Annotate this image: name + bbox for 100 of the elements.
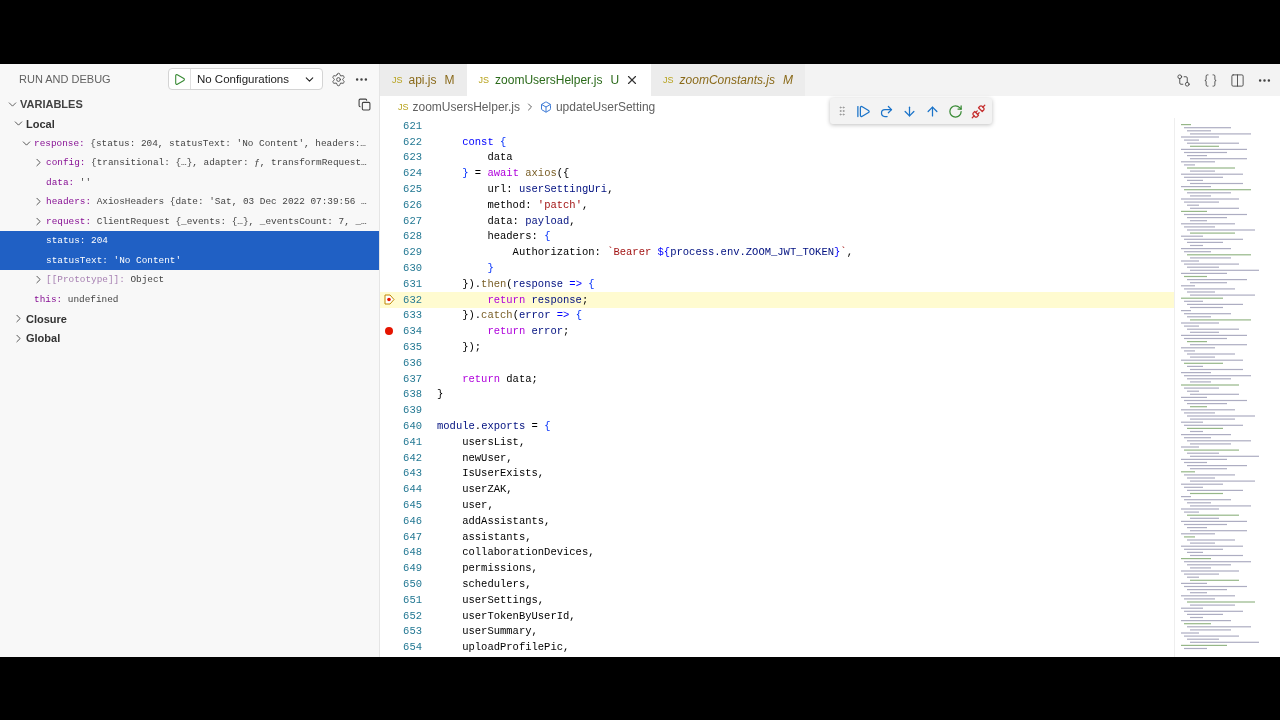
- scope-label[interactable]: Closure: [26, 312, 67, 325]
- line-number: 634: [402, 325, 422, 338]
- line-number: 629: [402, 246, 422, 259]
- line-number: 642: [402, 451, 422, 464]
- line-number: 621: [402, 119, 422, 132]
- file-type-label: JS: [478, 75, 490, 85]
- method-icon: [539, 101, 552, 113]
- line-number: 647: [402, 530, 422, 543]
- code-line: return error;: [486, 325, 570, 338]
- line-number: 641: [402, 435, 422, 448]
- variable-row[interactable]: this: undefined: [0, 289, 379, 309]
- file-type-label: JS: [663, 75, 674, 85]
- code-line: userZAK,: [461, 483, 513, 496]
- variable-row[interactable]: request: ClientRequest {_events: {…}, _eventsCount: 7, _…: [0, 211, 379, 231]
- code-line: user,: [461, 499, 494, 511]
- line-number: 632: [402, 293, 422, 306]
- line-number: 633: [402, 309, 422, 322]
- code-line: return response;: [486, 293, 589, 306]
- step-out-icon[interactable]: [925, 103, 940, 119]
- compare-icon[interactable]: [1176, 72, 1191, 88]
- line-number: 623: [402, 151, 422, 164]
- step-over-icon[interactable]: [879, 103, 894, 119]
- code-line: const {: [461, 135, 507, 148]
- variable-row[interactable]: status: 204: [0, 231, 379, 251]
- variable-row[interactable]: [[Prototype]]: Object: [0, 270, 379, 290]
- code-line: data: [486, 151, 513, 164]
- line-number: 649: [402, 562, 422, 575]
- code-line: newUser,: [461, 451, 513, 464]
- scope-label[interactable]: Global: [26, 332, 61, 345]
- code-line: userTokenByUserId,: [461, 609, 576, 622]
- code-line: Authorization: `Bearer ${process.env.ZOOM_JWT_TOKEN}`,: [511, 246, 853, 259]
- file-type-label: JS: [398, 102, 409, 112]
- line-number: 648: [402, 546, 422, 559]
- line-number: 640: [402, 420, 422, 433]
- restart-icon[interactable]: [948, 103, 963, 119]
- file-type-label: JS: [392, 75, 403, 85]
- line-number: 637: [402, 372, 422, 385]
- code-line: }).then(response => {: [461, 277, 595, 290]
- breadcrumb-item[interactable]: updateUserSetting: [555, 100, 656, 114]
- line-number: 638: [402, 388, 422, 401]
- code-line: return data;: [461, 372, 538, 385]
- editor-tab[interactable]: JS zoomUsersHelper.js U: [466, 64, 652, 96]
- line-number: 639: [402, 404, 422, 417]
- variable-row[interactable]: config: {transitional: {…}, adapter: ƒ, transformRequest…: [0, 153, 379, 173]
- line-number: 626: [402, 198, 422, 211]
- configuration-dropdown[interactable]: No Configurations: [167, 68, 323, 90]
- code-line: }).catch(error => {: [461, 309, 582, 322]
- play-icon[interactable]: [172, 72, 186, 86]
- section-title[interactable]: VARIABLES: [20, 98, 358, 110]
- line-number: 651: [402, 593, 422, 606]
- line-number: 631: [402, 277, 422, 290]
- code-line: collaborationDevices,: [461, 546, 595, 559]
- line-number: 645: [402, 499, 422, 511]
- braces-icon[interactable]: [1203, 72, 1218, 88]
- code-line: }: [437, 388, 444, 401]
- code-line: permissions,: [461, 562, 538, 575]
- variable-row[interactable]: headers: AxiosHeaders {date: 'Sat, 03 Dec 2022 07:39:56 …: [0, 192, 379, 212]
- variable-row[interactable]: data: '': [0, 172, 379, 192]
- variable-row[interactable]: response: {status: 204, statusText: 'No Content', headers:…: [0, 133, 379, 153]
- code-line: } = await axios({: [461, 167, 570, 180]
- code-line: }: [486, 262, 494, 275]
- code-line: userSettings,: [461, 593, 545, 606]
- panel-title: RUN AND DEBUG: [19, 73, 112, 85]
- continue-icon[interactable]: [856, 103, 871, 119]
- line-number: 622: [402, 135, 422, 148]
- line-number: 646: [402, 514, 422, 527]
- disconnect-icon[interactable]: [971, 103, 986, 119]
- editor-tab[interactable]: JS zoomConstants.js M: [651, 64, 805, 96]
- step-into-icon[interactable]: [902, 103, 917, 119]
- line-number: 644: [402, 483, 422, 496]
- line-number: 625: [402, 183, 422, 196]
- code-line: module.exports = {: [437, 420, 551, 433]
- code-line: addAssistants,: [461, 514, 551, 527]
- scope-label[interactable]: Local: [26, 117, 55, 130]
- code-line: headers: {: [486, 230, 551, 243]
- line-number: 624: [402, 167, 422, 180]
- line-number: 643: [402, 467, 422, 480]
- settings-icon[interactable]: [331, 71, 346, 87]
- code-line: uploadProfilePic,: [461, 641, 570, 654]
- code-line: schedulers,: [461, 578, 532, 590]
- collapse-all-icon[interactable]: [358, 97, 371, 111]
- code-line: url: userSettingUri,: [486, 183, 614, 196]
- code-line: IsUserExists,: [461, 467, 545, 480]
- drag-handle-icon[interactable]: [836, 105, 848, 117]
- line-number: 653: [402, 625, 422, 638]
- code-line: assistants,: [461, 530, 532, 543]
- line-number: 628: [402, 230, 422, 243]
- line-number: 652: [402, 609, 422, 622]
- line-number: 650: [402, 578, 422, 590]
- editor-tab[interactable]: JS api.js M: [380, 64, 467, 96]
- code-line: userSummary,: [461, 625, 538, 638]
- breadcrumb-item[interactable]: zoomUsersHelper.js: [412, 100, 520, 114]
- split-editor-icon[interactable]: [1230, 72, 1245, 88]
- code-line: method: 'patch',: [486, 198, 589, 211]
- line-number: 630: [402, 262, 422, 275]
- line-number: 654: [402, 641, 422, 654]
- breakpoint-icon[interactable]: [385, 327, 393, 336]
- line-number: 635: [402, 341, 422, 354]
- variable-row[interactable]: statusText: 'No Content': [0, 250, 379, 270]
- paused-breakpoint-icon[interactable]: [383, 294, 395, 306]
